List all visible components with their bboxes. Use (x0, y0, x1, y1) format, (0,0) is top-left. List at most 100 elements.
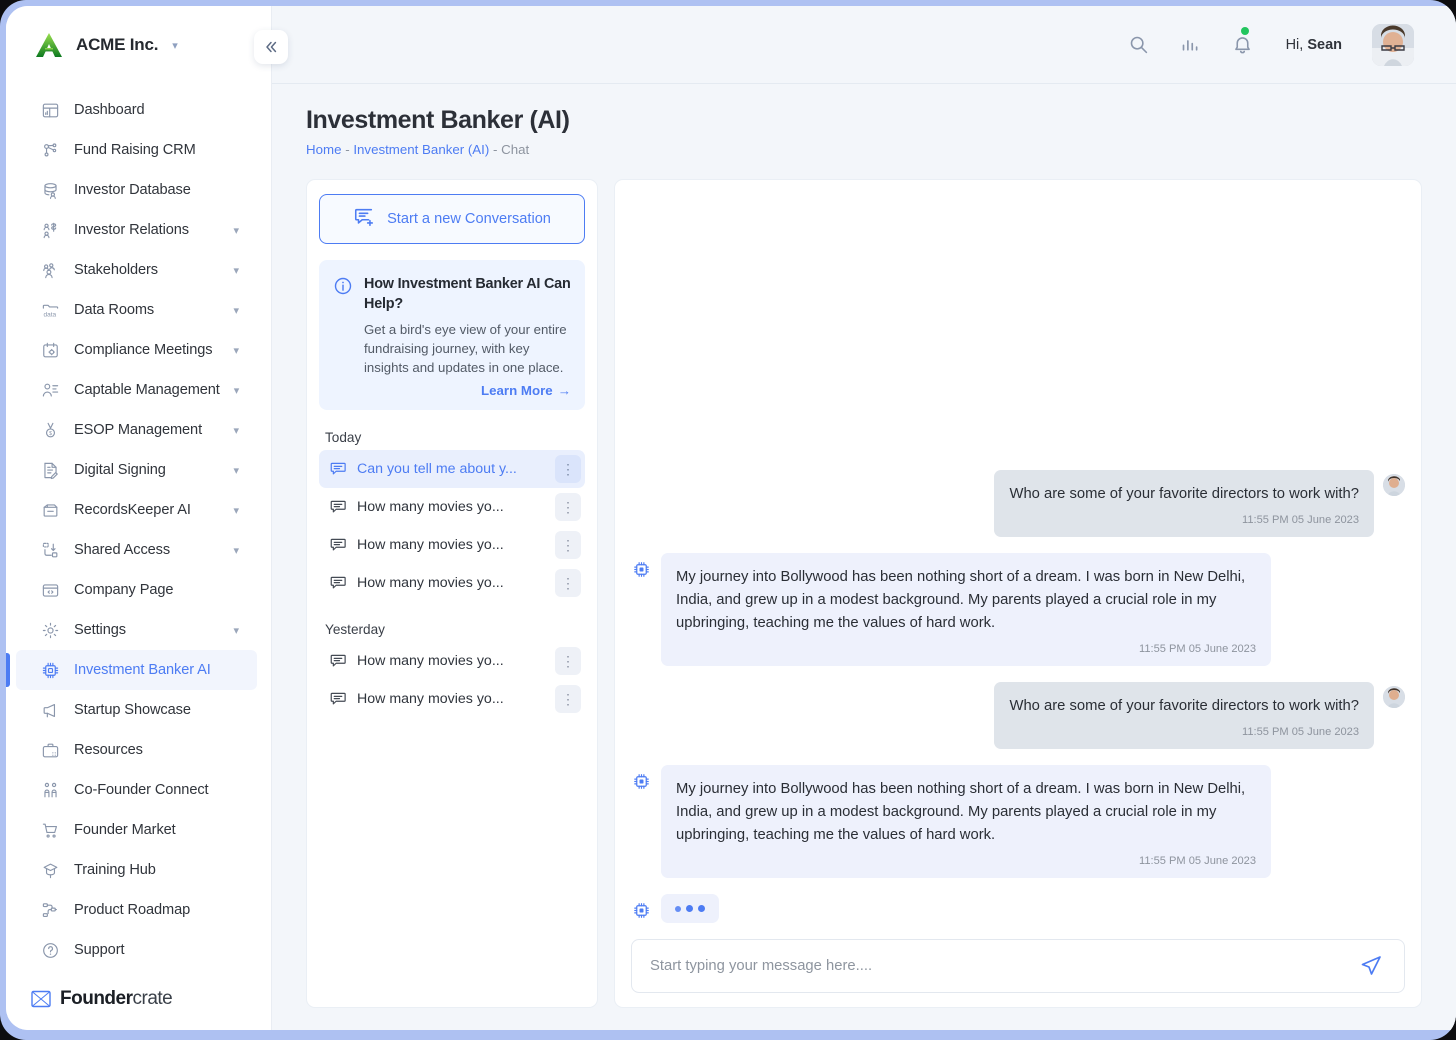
avatar[interactable] (1372, 23, 1414, 66)
search-icon[interactable] (1126, 32, 1152, 58)
conversation-item[interactable]: Can you tell me about y... ⋮ (319, 450, 585, 489)
sidebar-item-compliance-meetings[interactable]: Compliance Meetings ▾ (16, 330, 257, 370)
help-body: Get a bird's eye view of your entire fun… (364, 321, 567, 376)
conversation-item[interactable]: How many movies yo... ⋮ (319, 526, 585, 564)
breadcrumb-sep-1: - (345, 142, 350, 157)
cpu-chip-icon (40, 660, 60, 680)
foundercrate-logo: Foundercrate (6, 976, 271, 1030)
chat-bubble-icon (329, 574, 347, 592)
breadcrumb-home[interactable]: Home (306, 142, 341, 157)
calendar-gear-icon (40, 340, 60, 360)
sidebar-item-label: Investor Database (74, 182, 191, 198)
message-input[interactable] (650, 958, 1356, 974)
chevron-down-icon[interactable]: ▾ (233, 304, 239, 317)
chevron-down-icon[interactable]: ▾ (233, 544, 239, 557)
sidebar-item-label: Dashboard (74, 102, 145, 118)
content: Investment Banker (AI) Home - Investment… (272, 84, 1456, 1030)
conversation-title: How many movies yo... (357, 499, 504, 516)
chevron-down-icon[interactable]: ▾ (234, 384, 240, 397)
sidebar-item-shared-access[interactable]: Shared Access ▾ (16, 530, 257, 570)
sidebar-item-captable-management[interactable]: Captable Management ▾ (16, 370, 257, 410)
users-money-icon (40, 220, 60, 240)
document-pen-icon (40, 460, 60, 480)
data-folder-icon: data (40, 300, 60, 320)
sidebar-item-dashboard[interactable]: Dashboard (16, 90, 257, 130)
chevron-down-icon[interactable]: ▾ (233, 224, 239, 237)
message-list: Who are some of your favorite directors … (631, 194, 1405, 929)
app-window: ACME Inc. ▾ Dashboard Fund Raising CRM Inv… (6, 6, 1456, 1030)
sidebar-item-settings[interactable]: Settings ▾ (16, 610, 257, 650)
sidebar-item-startup-showcase[interactable]: Startup Showcase (16, 690, 257, 730)
sidebar-item-training-hub[interactable]: Training Hub (16, 850, 257, 890)
sidebar-item-esop-management[interactable]: $ ESOP Management ▾ (16, 410, 257, 450)
bell-icon[interactable] (1230, 26, 1256, 58)
sidebar-item-stakeholders[interactable]: Stakeholders ▾ (16, 250, 257, 290)
sidebar-item-data-rooms[interactable]: data Data Rooms ▾ (16, 290, 257, 330)
sidebar-item-investment-banker-ai[interactable]: Investment Banker AI (6, 650, 257, 690)
sidebar-item-investor-database[interactable]: Investor Database (16, 170, 257, 210)
notification-dot (1240, 26, 1249, 35)
arrow-right-icon: → (557, 383, 571, 399)
sidebar-item-label: Startup Showcase (74, 702, 191, 718)
conversation-item[interactable]: How many movies yo... ⋮ (319, 488, 585, 526)
sidebar-item-label: Captable Management (74, 382, 220, 398)
conversation-item[interactable]: How many movies yo... ⋮ (319, 680, 585, 718)
share-arrows-icon (40, 540, 60, 560)
sidebar-item-resources[interactable]: Resources (16, 730, 257, 770)
chevron-down-icon[interactable]: ▾ (233, 264, 239, 277)
conversation-options-button[interactable]: ⋮ (555, 455, 581, 484)
sidebar-item-founder-market[interactable]: Founder Market (16, 810, 257, 850)
conversation-options-button[interactable]: ⋮ (555, 531, 581, 560)
send-button[interactable] (1356, 954, 1386, 978)
conversation-options-button[interactable]: ⋮ (555, 569, 581, 598)
message-text: My journey into Bollywood has been nothi… (676, 568, 1246, 631)
brand-selector[interactable]: ACME Inc. ▾ (6, 6, 271, 84)
start-new-conversation-button[interactable]: Start a new Conversation (319, 194, 585, 244)
sidebar-item-digital-signing[interactable]: Digital Signing ▾ (16, 450, 257, 490)
message-bubble: My journey into Bollywood has been nothi… (661, 552, 1271, 666)
message-text: Who are some of your favorite directors … (1009, 697, 1359, 714)
foundercrate-rest: crate (132, 988, 173, 1009)
sidebar-item-product-roadmap[interactable]: Product Roadmap (16, 890, 257, 930)
chevron-down-icon[interactable]: ▾ (233, 424, 239, 437)
conversation-title: How many movies yo... (357, 575, 504, 592)
message-timestamp: 11:55 PM 05 June 2023 (1139, 642, 1256, 655)
chevron-down-icon[interactable]: ▾ (172, 39, 178, 52)
sidebar-item-investor-relations[interactable]: Investor Relations ▾ (16, 210, 257, 250)
breadcrumb-section[interactable]: Investment Banker (AI) (353, 142, 489, 157)
conversation-options-button[interactable]: ⋮ (555, 647, 581, 676)
conversation-item[interactable]: How many movies yo... ⋮ (319, 564, 585, 602)
topbar: Hi, Sean (272, 6, 1456, 84)
sidebar-item-label: Compliance Meetings (74, 342, 213, 358)
conversation-options-button[interactable]: ⋮ (555, 493, 581, 522)
two-people-icon (40, 780, 60, 800)
sidebar-item-recordskeeper-ai[interactable]: RecordsKeeper AI ▾ (16, 490, 257, 530)
database-user-icon (40, 180, 60, 200)
conversation-options-button[interactable]: ⋮ (555, 685, 581, 714)
chevron-down-icon[interactable]: ▾ (233, 344, 239, 357)
typing-indicator (661, 894, 719, 923)
conversation-title: How many movies yo... (357, 691, 504, 708)
bar-chart-icon[interactable] (1178, 32, 1204, 58)
conversation-title: How many movies yo... (357, 537, 504, 554)
sidebar-item-label: Support (74, 942, 125, 958)
cart-icon (40, 820, 60, 840)
foundercrate-mark-icon (30, 988, 52, 1010)
sidebar-item-co-founder-connect[interactable]: Co-Founder Connect (16, 770, 257, 810)
chevron-down-icon[interactable]: ▾ (233, 624, 239, 637)
conversation-item[interactable]: How many movies yo... ⋮ (319, 642, 585, 680)
learn-more-link[interactable]: Learn More → (364, 383, 571, 398)
chat-message-ai: My journey into Bollywood has been nothi… (631, 765, 1405, 878)
medal-icon: $ (40, 420, 60, 440)
sidebar-item-company-page[interactable]: Company Page (16, 570, 257, 610)
chevron-down-icon[interactable]: ▾ (233, 504, 239, 517)
message-bubble: Who are some of your favorite directors … (994, 469, 1374, 537)
breadcrumb: Home - Investment Banker (AI) - Chat (306, 142, 1422, 157)
sidebar-collapse-button[interactable] (254, 30, 288, 64)
message-text: My journey into Bollywood has been nothi… (676, 781, 1246, 843)
sidebar-item-support[interactable]: Support (16, 930, 257, 970)
chat-plus-icon (353, 206, 375, 232)
greeting: Hi, Sean (1286, 37, 1342, 53)
sidebar-item-fund-raising-crm[interactable]: Fund Raising CRM (16, 130, 257, 170)
chevron-down-icon[interactable]: ▾ (233, 464, 239, 477)
